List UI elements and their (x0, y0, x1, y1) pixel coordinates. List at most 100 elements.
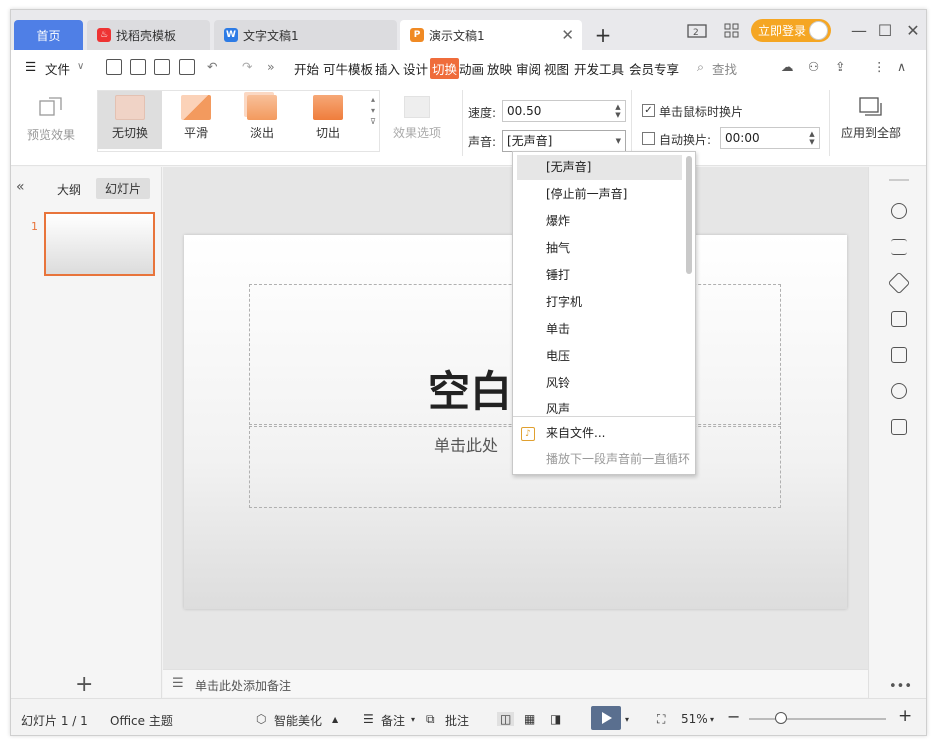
more-vertical-icon[interactable]: ⋮ (873, 59, 886, 74)
play-slideshow-button[interactable] (591, 706, 621, 730)
sound-option[interactable]: 风铃 (517, 371, 682, 396)
sound-option[interactable]: 抽气 (517, 236, 682, 261)
book-search-icon[interactable] (891, 419, 907, 435)
speed-input[interactable]: 00.50 ▲ ▼ (502, 100, 626, 122)
menu-tab-transition[interactable]: 切换 (430, 58, 460, 79)
effect-options-button[interactable]: 效果选项 (386, 92, 448, 150)
sound-option[interactable]: 打字机 (517, 290, 682, 315)
chevron-down-icon[interactable]: ∨ (77, 61, 84, 72)
sound-option[interactable]: 锤打 (517, 263, 682, 288)
adjust-icon[interactable] (891, 239, 907, 255)
zoom-in-icon[interactable]: + (898, 706, 912, 726)
transition-smooth[interactable]: 平滑 (164, 91, 228, 149)
zoom-slider[interactable] (749, 718, 886, 720)
sound-option[interactable]: [停止前一声音] (517, 182, 682, 207)
redo-icon[interactable]: ↷ (242, 59, 252, 74)
beautify-button[interactable]: 智能美化 (274, 712, 322, 729)
split-view-icon[interactable]: 2 (686, 21, 708, 41)
gallery-scroll[interactable]: ▴ ▾ ⊽ (368, 94, 378, 127)
login-button[interactable]: 立即登录 (751, 19, 831, 42)
replace-icon[interactable] (891, 311, 907, 327)
share-icon[interactable]: ⇪ (835, 59, 845, 74)
fit-window-icon[interactable]: ⛶ (657, 712, 665, 727)
file-menu[interactable]: 文件 (45, 59, 70, 78)
dropdown-scrollbar[interactable] (686, 156, 692, 274)
new-tab-button[interactable]: + (593, 23, 613, 47)
slides-tab[interactable]: 幻灯片 (96, 178, 151, 199)
apply-all-button[interactable]: 应用到全部 (836, 92, 906, 150)
theme-name[interactable]: Office 主题 (110, 712, 173, 729)
auto-time-input[interactable]: 00:00 ▲ ▼ (720, 127, 820, 149)
menu-tab-animation[interactable]: 动画 (459, 59, 484, 78)
share-user-icon[interactable]: ⚇ (808, 59, 819, 74)
tab-template[interactable]: ♨ 找稻壳模板 (87, 20, 210, 50)
close-tab-icon[interactable]: ✕ (561, 26, 574, 44)
transition-cut[interactable]: 切出 (296, 91, 360, 149)
maximize-icon[interactable]: ☐ (873, 20, 897, 42)
play-arrow-icon[interactable]: ▾ (625, 715, 629, 724)
click-advance-checkbox[interactable]: ✓ (642, 104, 655, 117)
beautify-arrow-icon[interactable]: ▲ (332, 715, 338, 724)
export-pdf-icon[interactable] (130, 59, 146, 75)
sound-option[interactable]: 爆炸 (517, 209, 682, 234)
preview-effect-button[interactable]: 预览效果 (21, 92, 81, 150)
transition-none[interactable]: 无切换 (98, 91, 162, 149)
outline-tab[interactable]: 大纲 (57, 181, 81, 198)
cloud-sync-icon[interactable]: ☁ (781, 59, 794, 74)
close-window-icon[interactable]: ✕ (901, 20, 925, 42)
sound-from-file[interactable]: 来自文件... (517, 421, 682, 446)
print-preview-icon[interactable] (179, 59, 195, 75)
minimize-icon[interactable]: — (847, 20, 871, 42)
notes-arrow-icon[interactable]: ▾ (411, 715, 415, 724)
more-chevron-icon[interactable]: » (267, 59, 275, 74)
menu-tab-start[interactable]: 开始 (294, 59, 319, 78)
sorter-view-icon[interactable]: ▦ (524, 712, 535, 726)
search-label[interactable]: 查找 (712, 59, 737, 78)
transition-fade[interactable]: 淡出 (230, 91, 294, 149)
normal-view-icon[interactable]: ◫ (497, 712, 515, 726)
sound-option[interactable]: 单击 (517, 317, 682, 342)
sound-dropdown: [无声音] [停止前一声音] 爆炸 抽气 锤打 打字机 单击 电压 风铃 风声 … (512, 151, 696, 475)
rocket-icon[interactable] (891, 203, 907, 219)
notes-toggle[interactable]: 备注 (381, 712, 405, 729)
search-icon[interactable]: ⌕ (697, 59, 704, 75)
flash-icon[interactable] (891, 383, 907, 399)
menu-tab-design[interactable]: 设计 (403, 59, 428, 78)
spin-arrows-icon[interactable]: ▲ ▼ (807, 130, 817, 146)
menu-tab-review[interactable]: 审阅 (516, 59, 541, 78)
sound-option[interactable]: [无声音] (517, 155, 682, 180)
menu-tab-developer[interactable]: 开发工具 (574, 59, 624, 78)
collapse-panel-icon[interactable]: « (16, 179, 25, 195)
undo-icon[interactable]: ↶ (207, 59, 217, 74)
tab-presentation[interactable]: P 演示文稿1 ✕ (400, 20, 582, 50)
collapse-ribbon-icon[interactable]: ∧ (897, 59, 906, 74)
comments-toggle[interactable]: 批注 (445, 712, 469, 729)
menu-tab-template[interactable]: 可牛模板 (323, 59, 373, 78)
zoom-out-icon[interactable]: − (727, 707, 740, 726)
sound-option[interactable]: 电压 (517, 344, 682, 369)
sound-select[interactable]: [无声音] ▼ (502, 130, 626, 152)
menu-tab-slideshow[interactable]: 放映 (487, 59, 512, 78)
more-icon[interactable]: ••• (889, 679, 912, 694)
spin-arrows-icon[interactable]: ▲ ▼ (613, 103, 623, 119)
tab-writer-doc[interactable]: W 文字文稿1 (214, 20, 397, 50)
notes-pane[interactable]: ☰ 单击此处添加备注 (163, 669, 868, 697)
tab-home[interactable]: 首页 (14, 20, 83, 50)
apps-grid-icon[interactable] (721, 21, 743, 41)
add-slide-icon[interactable]: + (75, 674, 93, 696)
slide-thumbnail[interactable] (44, 212, 155, 276)
auto-advance-checkbox[interactable] (642, 132, 655, 145)
zoom-slider-thumb[interactable] (775, 712, 787, 724)
reading-view-icon[interactable]: ◨ (550, 712, 561, 726)
menu-tab-view[interactable]: 视图 (544, 59, 569, 78)
image-settings-icon[interactable] (891, 347, 907, 363)
zoom-level[interactable]: 51% (681, 712, 708, 726)
zoom-arrow-icon[interactable]: ▾ (710, 715, 714, 724)
sound-option[interactable]: 风声 (517, 397, 682, 416)
save-icon[interactable] (106, 59, 122, 75)
menu-tab-member[interactable]: 会员专享 (629, 59, 679, 78)
star-icon[interactable] (887, 271, 911, 295)
print-icon[interactable] (154, 59, 170, 75)
menu-tab-insert[interactable]: 插入 (375, 59, 400, 78)
hamburger-icon[interactable]: ☰ (25, 59, 36, 74)
